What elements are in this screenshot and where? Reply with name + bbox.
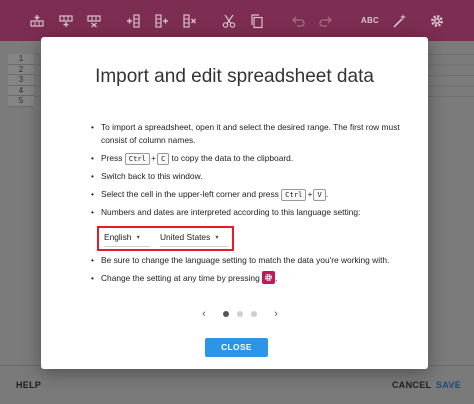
- row-number: 5: [8, 96, 34, 107]
- copy-icon[interactable]: [248, 12, 266, 30]
- row-number: 3: [8, 75, 34, 86]
- help-button[interactable]: HELP: [16, 380, 41, 390]
- instruction-text: Be sure to change the language setting t…: [101, 255, 390, 265]
- cut-icon[interactable]: [220, 12, 238, 30]
- magic-wand-icon[interactable]: [390, 12, 408, 30]
- instruction-list-continued: Be sure to change the language setting t…: [91, 254, 411, 290]
- delete-column-icon[interactable]: [181, 12, 199, 30]
- key-ctrl: Ctrl: [281, 188, 307, 201]
- save-button[interactable]: SAVE: [436, 380, 461, 390]
- instruction-item: Be sure to change the language setting t…: [91, 254, 411, 267]
- language-setting-highlight: English ▼ United States ▼: [97, 226, 234, 251]
- instruction-text: Change the setting at any time by pressi…: [101, 273, 260, 283]
- instruction-text: Switch back to this window.: [101, 171, 203, 181]
- settings-icon[interactable]: [428, 12, 446, 30]
- country-select[interactable]: United States ▼: [160, 232, 228, 242]
- footer-bar: HELP CANCEL SAVE: [0, 365, 474, 404]
- instruction-item: To import a spreadsheet, open it and sel…: [91, 121, 411, 147]
- insert-column-right-icon[interactable]: [153, 12, 171, 30]
- insert-column-icon[interactable]: [124, 12, 142, 30]
- key-ctrl: Ctrl: [124, 152, 151, 165]
- country-select-underline: [160, 246, 228, 247]
- instruction-item: Change the setting at any time by pressi…: [91, 271, 411, 285]
- instruction-text: Select the cell in the upper-left corner…: [101, 189, 279, 199]
- import-dialog: Import and edit spreadsheet data To impo…: [41, 37, 428, 369]
- cancel-button[interactable]: CANCEL: [392, 380, 431, 390]
- delete-row-icon[interactable]: [85, 12, 103, 30]
- instruction-item: Numbers and dates are interpreted accord…: [91, 206, 411, 219]
- instruction-list: To import a spreadsheet, open it and sel…: [91, 121, 411, 224]
- row-number: 4: [8, 85, 34, 96]
- instruction-text: to copy the data to the clipboard.: [171, 153, 294, 163]
- page-dot-active[interactable]: [223, 311, 229, 317]
- chevron-left-icon[interactable]: ‹: [199, 308, 209, 320]
- key-v: V: [313, 188, 326, 201]
- page-indicator: ‹ ›: [199, 308, 281, 320]
- redo-icon[interactable]: [317, 12, 335, 30]
- dialog-title: Import and edit spreadsheet data: [95, 66, 374, 87]
- key-c: C: [156, 152, 170, 165]
- language-value: English: [104, 232, 132, 242]
- plus-sign: +: [151, 153, 156, 163]
- instruction-text: .: [325, 189, 329, 199]
- chevron-down-icon: ▼: [135, 234, 141, 241]
- spellcheck-button[interactable]: ABC: [358, 12, 382, 30]
- page-dot[interactable]: [251, 311, 257, 317]
- language-select-underline: [104, 246, 150, 247]
- instruction-text: .: [275, 273, 278, 283]
- row-numbers: 1 2 3 4 5: [8, 54, 34, 107]
- plus-sign: +: [307, 189, 313, 199]
- chevron-down-icon: ▼: [214, 234, 220, 241]
- instruction-item: Switch back to this window.: [91, 170, 411, 183]
- instruction-text: Numbers and dates are interpreted accord…: [101, 207, 361, 217]
- chevron-right-icon[interactable]: ›: [271, 308, 281, 320]
- instruction-text: To import a spreadsheet, open it and sel…: [101, 122, 400, 145]
- toolbar: ABC: [0, 0, 474, 41]
- instruction-item: Press Ctrl+C to copy the data to the cli…: [91, 152, 411, 165]
- insert-row-below-icon[interactable]: [57, 12, 75, 30]
- row-number: 1: [8, 54, 34, 65]
- instruction-text: Press: [101, 153, 123, 163]
- undo-icon[interactable]: [289, 12, 307, 30]
- settings-icon: [262, 271, 276, 285]
- country-value: United States: [160, 232, 211, 242]
- language-select[interactable]: English ▼: [104, 232, 150, 242]
- insert-row-icon[interactable]: [28, 12, 46, 30]
- row-number: 2: [8, 64, 34, 75]
- close-button[interactable]: CLOSE: [205, 338, 268, 357]
- instruction-item: Select the cell in the upper-left corner…: [91, 188, 411, 201]
- page-dot[interactable]: [237, 311, 243, 317]
